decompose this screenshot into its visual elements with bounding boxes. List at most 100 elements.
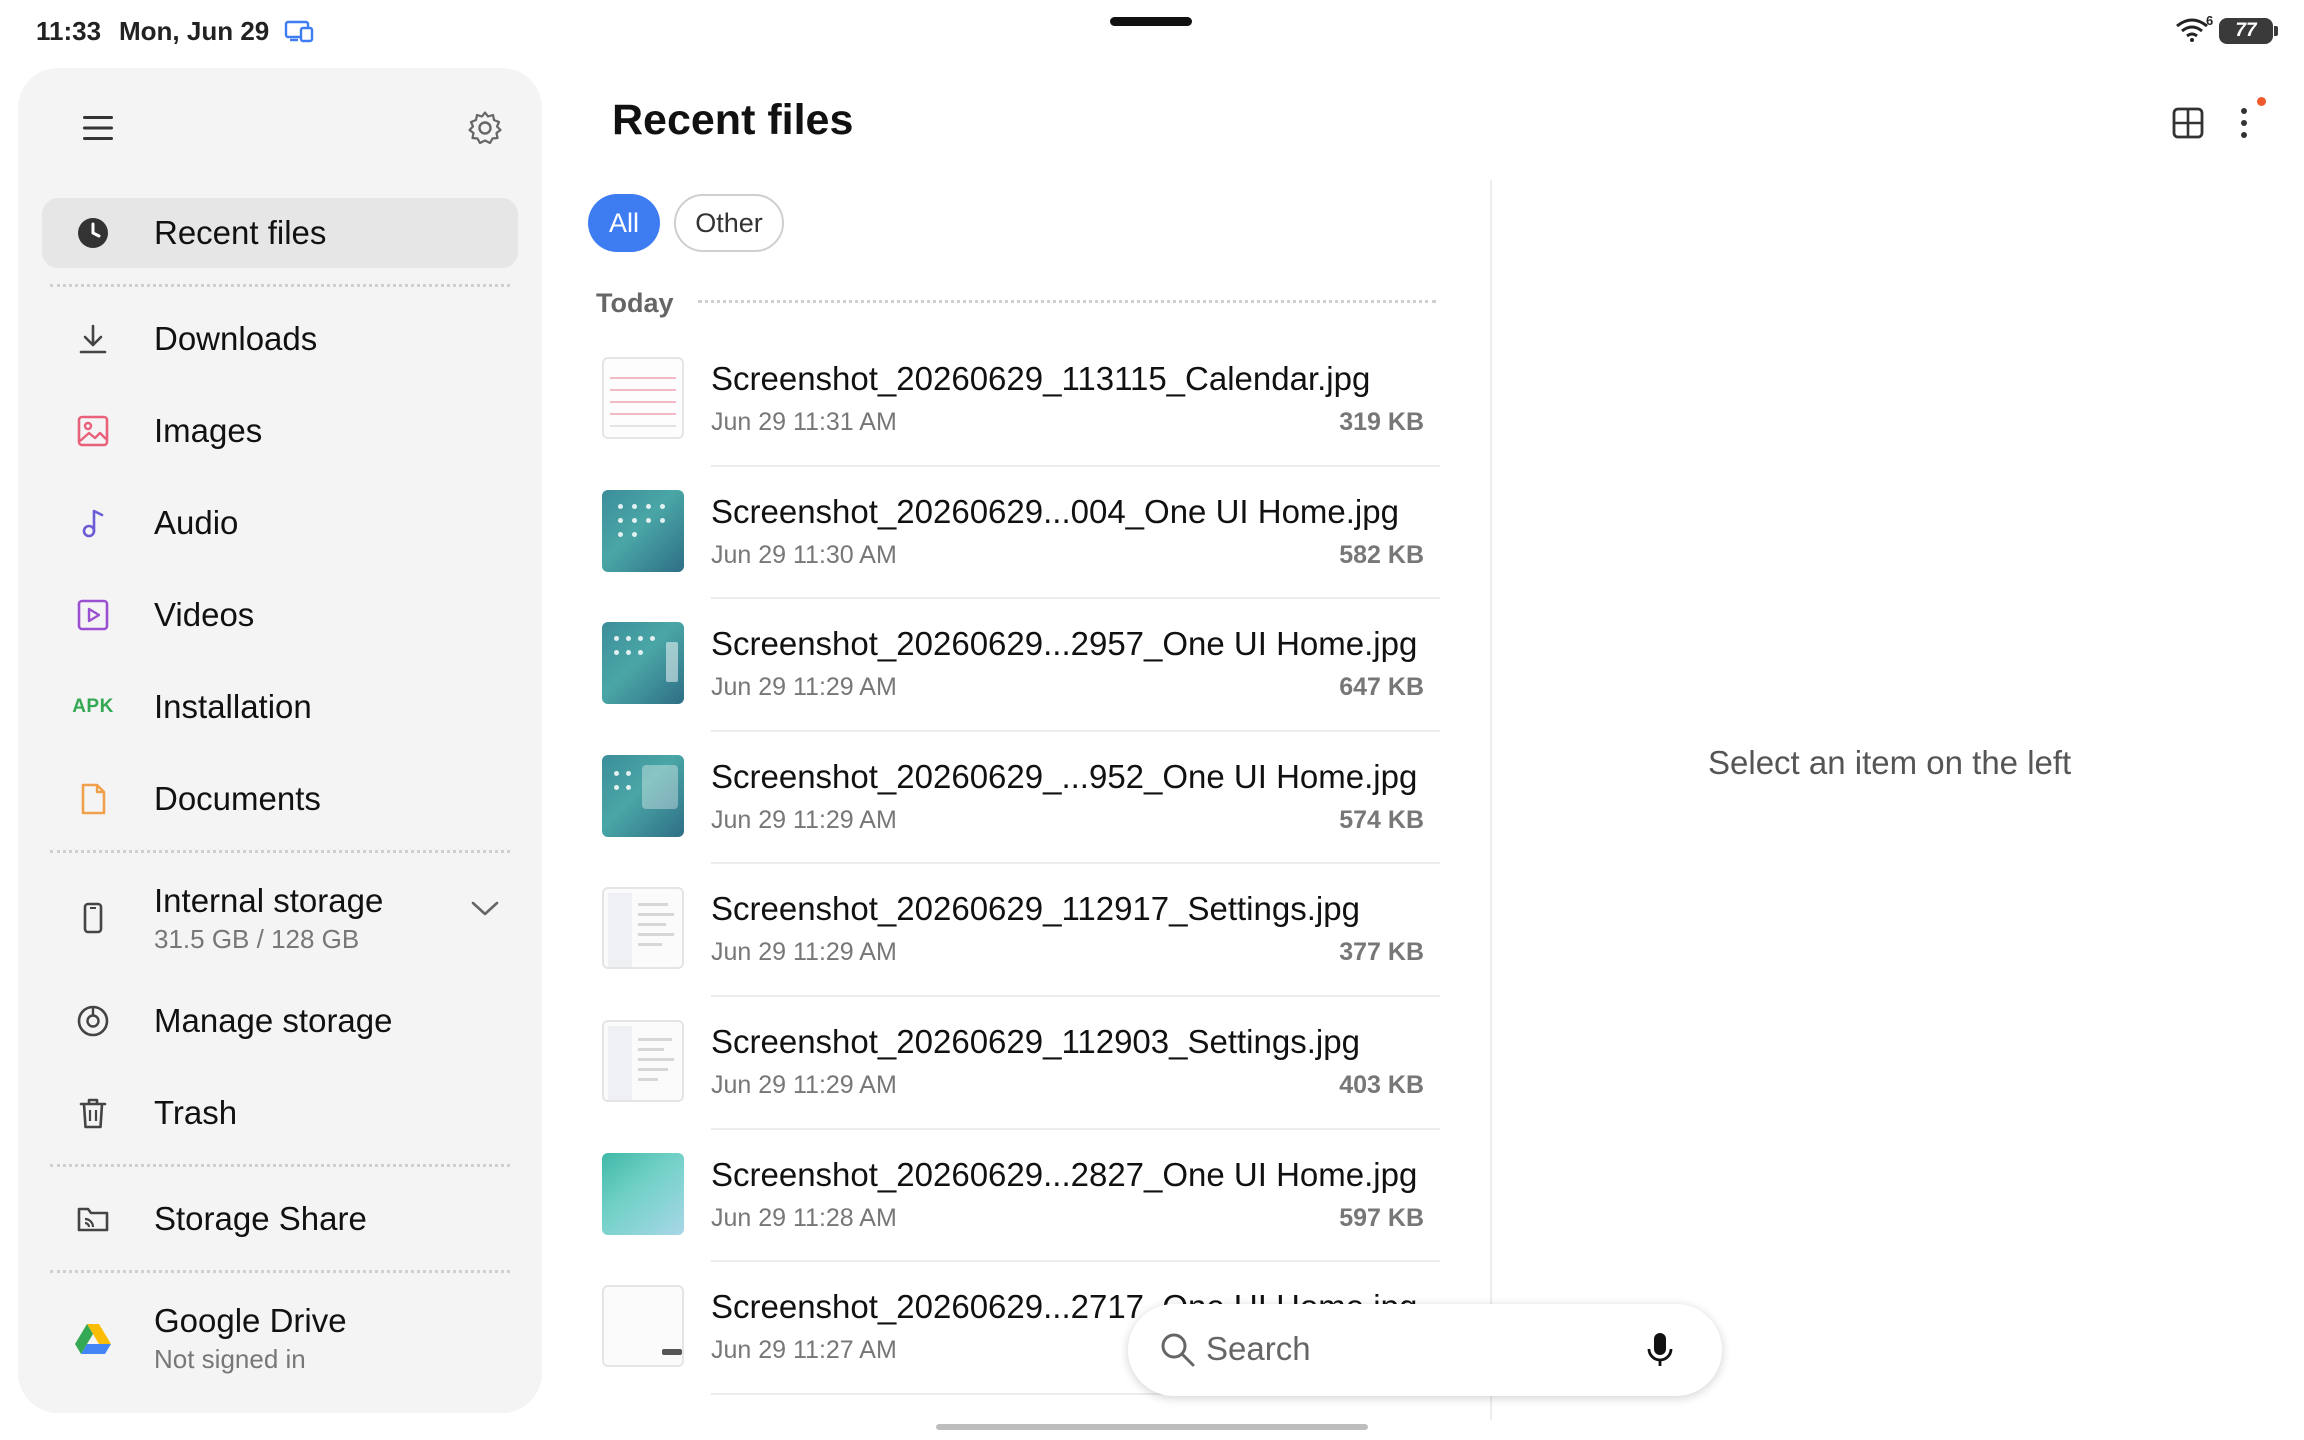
sidebar-item-label: Installation: [154, 688, 312, 725]
status-time: 11:33: [36, 16, 102, 46]
file-name: Screenshot_20260629...2827_One UI Home.j…: [711, 1155, 1418, 1193]
download-icon: [74, 320, 112, 358]
file-row[interactable]: Screenshot_20260629...004_One UI Home.jp…: [598, 483, 1440, 616]
sidebar-item-google-drive[interactable]: Google Drive Not signed in: [42, 1288, 518, 1388]
wifi-standard-label: 6: [2206, 13, 2214, 28]
status-date: Mon, Jun 29: [119, 16, 270, 46]
my-files-app: 11:33 Mon, Jun 29 6 77 Recent files Down…: [0, 0, 2304, 1440]
file-row[interactable]: Screenshot_20260629...2827_One UI Home.j…: [598, 1146, 1440, 1279]
gear-icon: [468, 111, 502, 145]
row-divider: [711, 464, 1440, 467]
file-row[interactable]: Screenshot_20260629_...952_One UI Home.j…: [598, 748, 1440, 881]
file-name: Screenshot_20260629_...952_One UI Home.j…: [711, 757, 1418, 795]
sidebar-item-label: Storage Share: [154, 1200, 367, 1237]
file-date: Jun 29 11:29 AM: [711, 673, 897, 702]
file-size: 377 KB: [1339, 938, 1424, 967]
file-thumbnail: [602, 1019, 684, 1102]
menu-button[interactable]: [64, 98, 132, 158]
view-toggle-button[interactable]: [2156, 98, 2220, 148]
battery-level: 77: [2235, 20, 2257, 41]
filter-chip-all[interactable]: All: [588, 194, 660, 252]
sidebar-item-label: Trash: [154, 1094, 238, 1131]
section-header-today: Today: [596, 288, 674, 318]
search-icon: [1161, 1333, 1195, 1367]
search-bar[interactable]: Search: [1128, 1304, 1722, 1396]
sidebar-item-videos[interactable]: Videos: [42, 580, 518, 650]
file-size: 582 KB: [1339, 540, 1424, 569]
pane-divider: [1490, 180, 1492, 1420]
row-divider: [711, 1260, 1440, 1263]
status-bar: 11:33 Mon, Jun 29 6 77: [0, 0, 2304, 64]
sidebar-item-internal-storage[interactable]: Internal storage 31.5 GB / 128 GB: [42, 868, 518, 968]
sidebar-item-label: Videos: [154, 596, 255, 633]
sidebar-item-manage-storage[interactable]: Manage storage: [42, 986, 518, 1056]
file-row[interactable]: Screenshot_20260629...2957_One UI Home.j…: [598, 615, 1440, 748]
sidebar-item-documents[interactable]: Documents: [42, 764, 518, 834]
settings-button[interactable]: [453, 96, 517, 160]
notification-dot: [2257, 97, 2266, 106]
row-divider: [711, 1127, 1440, 1130]
sidebar-item-images[interactable]: Images: [42, 396, 518, 466]
sidebar-divider: [50, 1164, 510, 1167]
sidebar-item-label: Downloads: [154, 320, 318, 357]
file-name: Screenshot_20260629_113115_Calendar.jpg: [711, 360, 1371, 397]
clock-icon: [74, 214, 112, 252]
voice-search-button[interactable]: [1636, 1326, 1684, 1374]
sidebar-divider: [50, 850, 510, 853]
filter-chip-other[interactable]: Other: [674, 194, 784, 252]
file-size: 574 KB: [1339, 805, 1424, 834]
sidebar-item-storage-share[interactable]: Storage Share: [42, 1184, 518, 1254]
sidebar-divider: [50, 284, 510, 287]
file-row[interactable]: Screenshot_20260629_112917_Settings.jpg …: [598, 880, 1440, 1013]
file-name: Screenshot_20260629...004_One UI Home.jp…: [711, 492, 1399, 530]
sidebar-item-label: Images: [154, 412, 263, 449]
file-date: Jun 29 11:28 AM: [711, 1203, 897, 1232]
row-divider: [711, 729, 1440, 732]
home-indicator[interactable]: [936, 1424, 1368, 1430]
file-name: Screenshot_20260629...2957_One UI Home.j…: [711, 625, 1418, 663]
file-list[interactable]: Screenshot_20260629_113115_Calendar.jpg …: [598, 350, 1440, 1420]
sidebar-item-installation[interactable]: APK Installation: [42, 672, 518, 742]
sidebar-item-trash[interactable]: Trash: [42, 1078, 518, 1148]
sidebar-item-label: Manage storage: [154, 1002, 393, 1039]
sidebar-item-label: Documents: [154, 780, 321, 817]
row-divider: [711, 862, 1440, 865]
file-size: 319 KB: [1339, 408, 1424, 436]
search-input[interactable]: Search: [1206, 1330, 1311, 1368]
page-title: Recent files: [612, 96, 854, 144]
sidebar-item-label: Google Drive: [154, 1302, 347, 1339]
storage-chart-icon: [74, 1002, 112, 1040]
file-row[interactable]: Screenshot_20260629_112903_Settings.jpg …: [598, 1013, 1440, 1146]
file-date: Jun 29 11:27 AM: [711, 1336, 897, 1365]
sidebar-item-label: Internal storage: [154, 882, 384, 919]
file-name: Screenshot_20260629_112917_Settings.jpg: [711, 890, 1360, 928]
chevron-down-icon[interactable]: [468, 892, 502, 926]
sidebar-item-recent-files[interactable]: Recent files: [42, 198, 518, 268]
apk-icon-text: APK: [72, 696, 114, 717]
camera-notch: [1110, 17, 1192, 26]
sidebar-divider: [50, 1270, 510, 1273]
document-icon: [74, 780, 112, 818]
sidebar-item-audio[interactable]: Audio: [42, 488, 518, 558]
file-thumbnail: [602, 1285, 684, 1368]
wifi-icon: [2176, 18, 2208, 42]
file-date: Jun 29 11:31 AM: [711, 408, 897, 436]
file-thumbnail: [602, 622, 684, 705]
file-row[interactable]: Screenshot_20260629_113115_Calendar.jpg …: [598, 350, 1440, 483]
music-note-icon: [74, 504, 112, 542]
section-divider: [698, 300, 1436, 303]
navigation-drawer: Recent files Downloads Images Audio Vide…: [18, 68, 542, 1413]
video-icon: [74, 596, 112, 634]
row-divider: [711, 994, 1440, 997]
file-thumbnail: [602, 357, 684, 439]
more-options-button[interactable]: [2224, 98, 2264, 148]
hamburger-icon: [83, 116, 113, 140]
sidebar-item-label: Audio: [154, 504, 239, 541]
image-icon: [74, 412, 112, 450]
file-name: Screenshot_20260629_112903_Settings.jpg: [711, 1022, 1360, 1060]
sidebar-item-label: Recent files: [154, 214, 327, 251]
google-drive-icon: [74, 1319, 112, 1357]
storage-usage: 31.5 GB / 128 GB: [154, 924, 360, 954]
sidebar-item-downloads[interactable]: Downloads: [42, 304, 518, 374]
dex-icon: [284, 20, 314, 43]
